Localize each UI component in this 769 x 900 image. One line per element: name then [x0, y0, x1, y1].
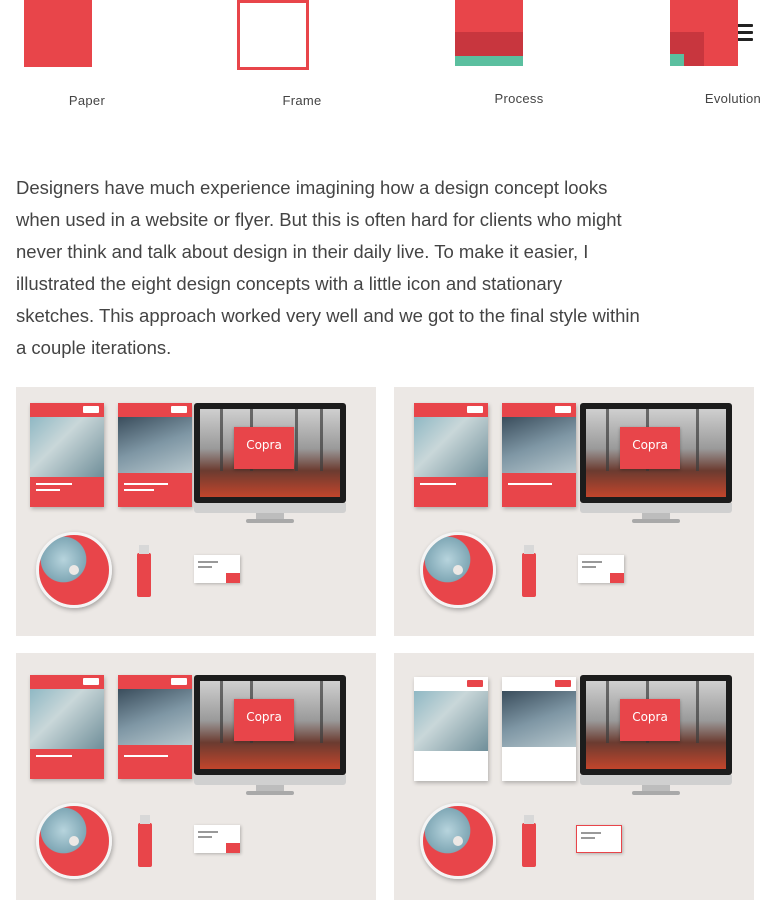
mockup-tile: Copra: [16, 387, 376, 636]
brochure-mockup: [118, 403, 192, 507]
evolution-concept-icon: [670, 0, 738, 66]
cd-mockup: [36, 803, 112, 879]
business-card-mockup: [194, 825, 240, 853]
cd-mockup: [420, 532, 496, 608]
monitor-mockup: Copra: [194, 675, 346, 795]
cd-mockup: [420, 803, 496, 879]
usb-mockup: [138, 815, 152, 867]
mockup-tile: Copra: [16, 653, 376, 900]
process-concept-icon: [455, 0, 523, 66]
design-concepts: Paper Frame Process Evolution: [0, 0, 769, 130]
monitor-mockup: Copra: [194, 403, 346, 523]
usb-mockup: [137, 545, 151, 597]
usb-mockup: [522, 545, 536, 597]
brochure-mockup: [414, 403, 488, 507]
mockup-tile: Copra: [394, 653, 754, 900]
concept-label: Evolution: [704, 91, 762, 106]
paper-concept-icon: [24, 0, 92, 67]
usb-mockup: [522, 815, 536, 867]
intro-paragraph: Designers have much experience imagining…: [16, 177, 640, 358]
brochure-mockup: [502, 677, 576, 781]
brand-logo: Copra: [246, 710, 282, 724]
brand-logo: Copra: [632, 710, 668, 724]
business-card-mockup: [194, 555, 240, 583]
business-card-mockup: [576, 825, 622, 853]
business-card-mockup: [578, 555, 624, 583]
concept-label: Frame: [282, 93, 322, 108]
brand-logo: Copra: [246, 438, 282, 452]
brochure-mockup: [30, 403, 104, 507]
brochure-mockup: [414, 677, 488, 781]
brochure-mockup: [30, 675, 104, 779]
cd-mockup: [36, 532, 112, 608]
monitor-mockup: Copra: [580, 403, 732, 523]
concept-label: Process: [494, 91, 544, 106]
mockup-tile: Copra: [394, 387, 754, 636]
frame-concept-icon: [237, 0, 309, 70]
brand-logo: Copra: [632, 438, 668, 452]
brochure-mockup: [502, 403, 576, 507]
brochure-mockup: [118, 675, 192, 779]
concept-label: Paper: [68, 93, 106, 108]
monitor-mockup: Copra: [580, 675, 732, 795]
